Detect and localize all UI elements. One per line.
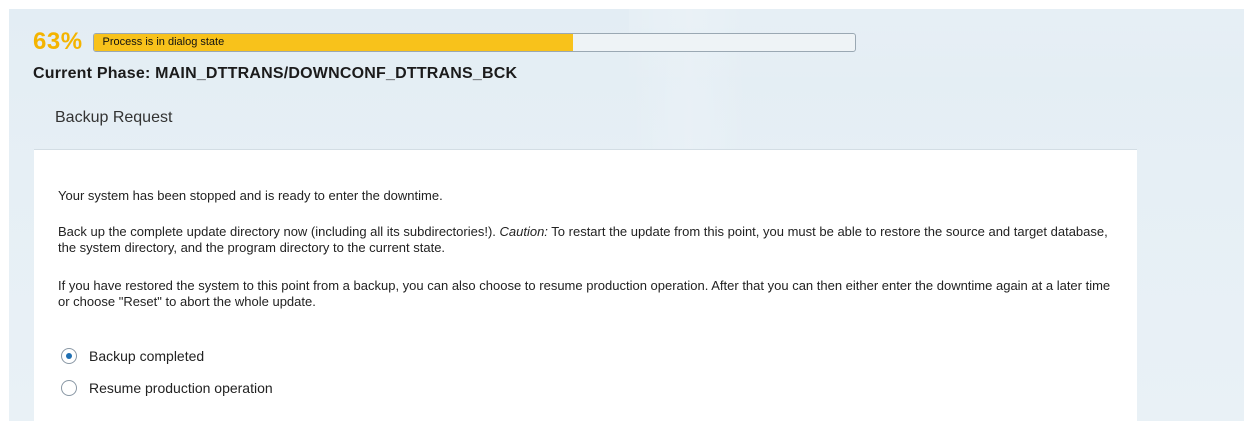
paragraph-backup-text: Back up the complete update directory no… [58, 224, 500, 239]
section-title: Backup Request [55, 109, 173, 126]
content-panel: Your system has been stopped and is read… [34, 149, 1137, 421]
current-phase: Current Phase: MAIN_DTTRANS/DOWNCONF_DTT… [33, 65, 518, 82]
radio-resume-production[interactable]: Resume production operation [61, 380, 273, 396]
progress-row: 63% Process is in dialog state [33, 27, 856, 57]
progress-percent: 63% [33, 28, 83, 55]
radio-button[interactable] [61, 348, 77, 364]
radio-selected-dot [66, 353, 72, 359]
paragraph-resume-info: If you have restored the system to this … [58, 278, 1111, 309]
page: 63% Process is in dialog state Current P… [9, 9, 1244, 421]
radio-label: Resume production operation [89, 380, 273, 396]
radio-label: Backup completed [89, 348, 205, 364]
caution-label: Caution: [499, 224, 548, 239]
paragraph-backup-instructions: Back up the complete update directory no… [58, 224, 1118, 256]
radio-backup-completed[interactable]: Backup completed [61, 348, 204, 364]
paragraph-system-stopped: Your system has been stopped and is read… [58, 188, 443, 203]
progress-status-text: Process is in dialog state [102, 35, 225, 48]
radio-button[interactable] [61, 380, 77, 396]
progress-bar: Process is in dialog state [92, 32, 856, 52]
